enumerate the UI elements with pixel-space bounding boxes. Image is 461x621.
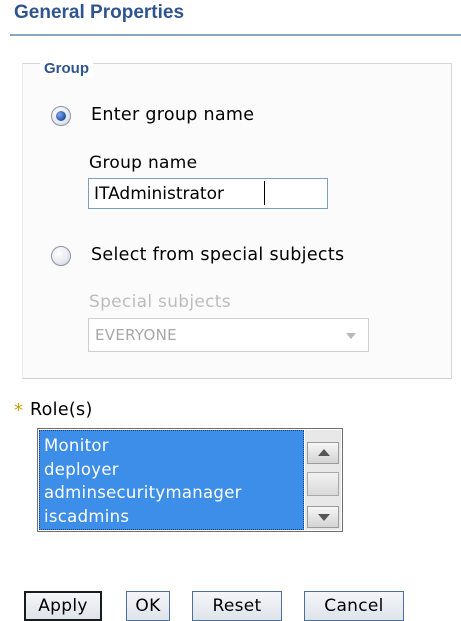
- scroll-up-button[interactable]: [307, 442, 339, 464]
- special-subjects-radio[interactable]: [51, 246, 71, 266]
- special-subjects-option-label: Select from special subjects: [91, 245, 345, 265]
- roles-scrollbar[interactable]: [305, 430, 341, 530]
- list-item[interactable]: adminsecuritymanager: [40, 481, 303, 505]
- enter-group-name-radio[interactable]: [51, 106, 71, 126]
- group-name-label: Group name: [89, 153, 198, 173]
- list-item[interactable]: iscadmins: [40, 505, 303, 529]
- roles-listbox[interactable]: Monitor deployer adminsecuritymanager is…: [37, 428, 343, 532]
- group-name-input[interactable]: [88, 178, 328, 209]
- text-caret: [264, 181, 265, 205]
- roles-selection: Monitor deployer adminsecuritymanager is…: [39, 430, 304, 530]
- list-item[interactable]: Monitor: [40, 434, 303, 458]
- page-title: General Properties: [14, 2, 185, 23]
- header-divider: [10, 34, 461, 36]
- scroll-thumb[interactable]: [307, 472, 339, 496]
- roles-label: Role(s): [30, 400, 93, 420]
- scroll-down-button[interactable]: [307, 506, 339, 528]
- required-icon: *: [14, 400, 23, 421]
- special-subjects-value: EVERYONE: [95, 326, 177, 344]
- group-legend: Group: [40, 60, 93, 77]
- enter-group-name-label: Enter group name: [91, 105, 255, 125]
- list-item[interactable]: deployer: [40, 458, 303, 482]
- chevron-up-icon: [318, 449, 330, 456]
- chevron-down-icon: [346, 333, 356, 339]
- special-subjects-select[interactable]: EVERYONE: [88, 318, 369, 352]
- chevron-down-icon: [318, 514, 330, 521]
- special-subjects-label: Special subjects: [89, 292, 231, 312]
